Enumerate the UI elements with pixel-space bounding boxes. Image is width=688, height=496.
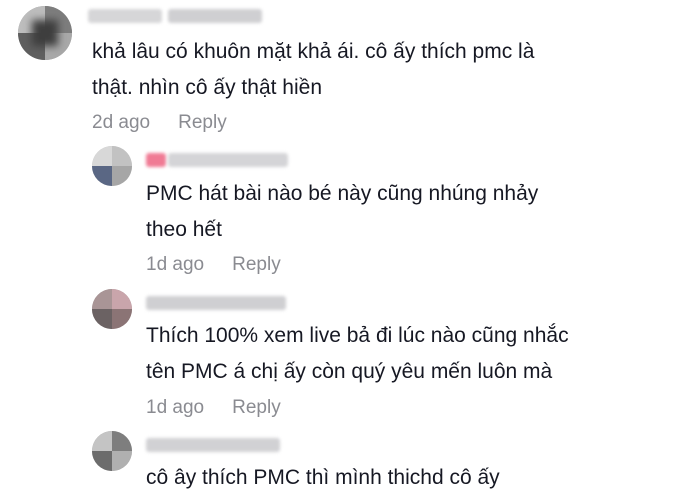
comment-meta: 2d ago Reply xyxy=(92,112,227,134)
username-blurred[interactable] xyxy=(146,153,166,167)
username-blurred-2 xyxy=(168,9,262,23)
comment-timestamp: 1d ago xyxy=(146,254,205,275)
comment-text-line: tên PMC á chị ấy còn quý yêu mến luôn mà xyxy=(146,360,553,383)
comment-text-line: Thích 100% xem live bả đi lúc nào cũng n… xyxy=(146,324,569,347)
username-blurred-2 xyxy=(168,153,288,167)
reply-button[interactable]: Reply xyxy=(232,254,281,275)
comment-text: cô ây thích PMC thì mình thichd cô ấy xyxy=(146,460,500,496)
comment-meta: 1d ago Reply xyxy=(146,254,281,276)
username-blurred[interactable] xyxy=(146,296,286,310)
user-avatar[interactable] xyxy=(92,146,132,186)
comment-text-line: cô ây thích PMC thì mình thichd cô ấy xyxy=(146,466,500,489)
reply-button[interactable]: Reply xyxy=(178,112,227,133)
username-blurred[interactable] xyxy=(146,438,280,452)
comment-timestamp: 2d ago xyxy=(92,112,151,133)
user-avatar[interactable] xyxy=(92,431,132,471)
reply-button[interactable]: Reply xyxy=(232,397,281,418)
comment-text: PMC hát bài nào bé này cũng nhúng nhảy t… xyxy=(146,176,538,248)
username-blurred[interactable] xyxy=(88,9,162,23)
comment-timestamp: 1d ago xyxy=(146,397,205,418)
comment-text: Thích 100% xem live bả đi lúc nào cũng n… xyxy=(146,318,569,390)
comment-text-line: khả lâu có khuôn mặt khả ái. cô ấy thích… xyxy=(92,40,535,63)
comment-text: khả lâu có khuôn mặt khả ái. cô ấy thích… xyxy=(92,34,534,106)
comment-text-line: thật. nhìn cô ấy thật hiền xyxy=(92,76,322,99)
comment-text-line: PMC hát bài nào bé này cũng nhúng nhảy xyxy=(146,182,539,205)
user-avatar[interactable] xyxy=(18,6,72,60)
comment-meta: 1d ago Reply xyxy=(146,397,281,419)
user-avatar[interactable] xyxy=(92,289,132,329)
comment-text-line: theo hết xyxy=(146,218,222,241)
